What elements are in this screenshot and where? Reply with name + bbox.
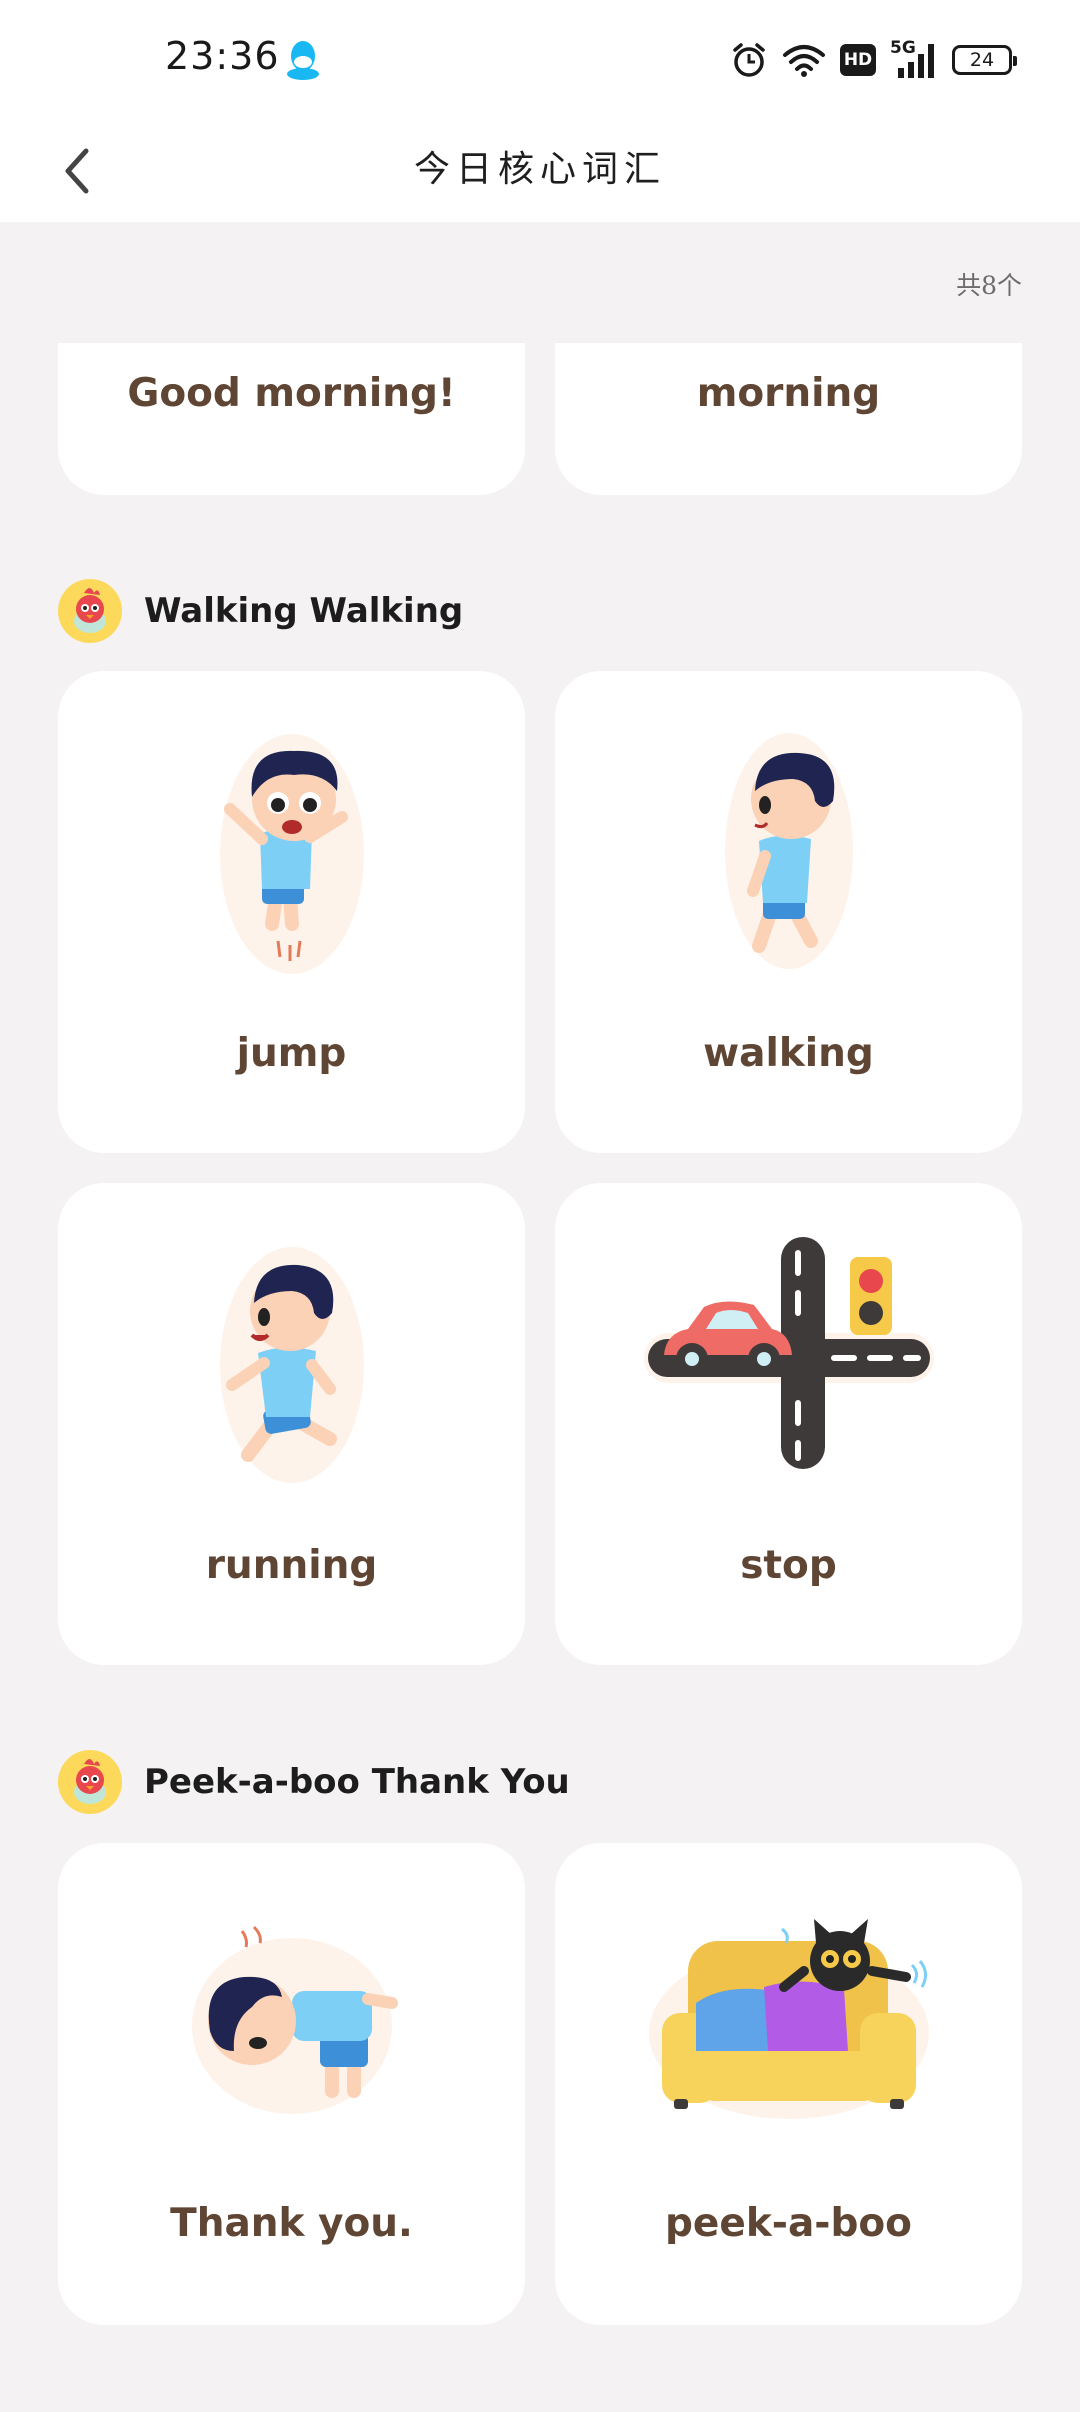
word-label: walking: [703, 1031, 874, 1076]
hd-icon: HD: [840, 44, 876, 76]
status-time: 23:36: [165, 34, 280, 78]
word-card-jump[interactable]: jump: [58, 671, 525, 1153]
alarm-icon: [733, 43, 765, 77]
word-card-thank-you[interactable]: Thank you.: [58, 1843, 525, 2325]
word-label: jump: [236, 1031, 347, 1076]
word-label: morning: [696, 371, 881, 416]
word-card-peek-a-boo[interactable]: peek-a-boo: [555, 1843, 1022, 2325]
word-card-stop[interactable]: stop: [555, 1183, 1022, 1665]
section-header: Walking Walking: [58, 578, 463, 644]
cat-sofa-illustration: [648, 1919, 929, 2119]
battery-level: 24: [969, 49, 995, 71]
word-card-walking[interactable]: walking: [555, 671, 1022, 1153]
nav-bar: 今日核心词汇: [0, 120, 1080, 222]
word-label: running: [205, 1543, 378, 1588]
word-label: peek-a-boo: [665, 2201, 912, 2246]
status-bar: 23:36 HD 5G 24: [0, 0, 1080, 120]
mascot-avatar-icon: [58, 1750, 122, 1814]
qq-icon: [287, 41, 319, 80]
word-label: Good morning!: [127, 371, 456, 416]
word-label: stop: [740, 1543, 837, 1588]
section-header: Peek-a-boo Thank You: [58, 1749, 570, 1815]
page-title: 今日核心词汇: [413, 149, 666, 190]
boy-jumping-illustration: [219, 734, 364, 974]
wifi-icon: [783, 45, 825, 77]
boy-walking-illustration: [724, 733, 853, 969]
battery-icon: 24: [952, 45, 1017, 75]
word-card-good-morning[interactable]: Good morning!: [58, 343, 525, 495]
word-card-running[interactable]: running: [58, 1183, 525, 1665]
word-count: 共8个: [956, 271, 1022, 300]
boy-bowing-illustration: [191, 1925, 398, 2114]
boy-running-illustration: [219, 1247, 364, 1483]
car-traffic-light-illustration: [643, 1237, 934, 1469]
word-label: Thank you.: [170, 2201, 413, 2246]
word-card-morning[interactable]: morning: [555, 343, 1022, 495]
section-title: Walking Walking: [144, 591, 464, 631]
signal-5g-icon: 5G: [890, 38, 938, 78]
section-title: Peek-a-boo Thank You: [144, 1762, 570, 1802]
mascot-avatar-icon: [58, 579, 122, 643]
